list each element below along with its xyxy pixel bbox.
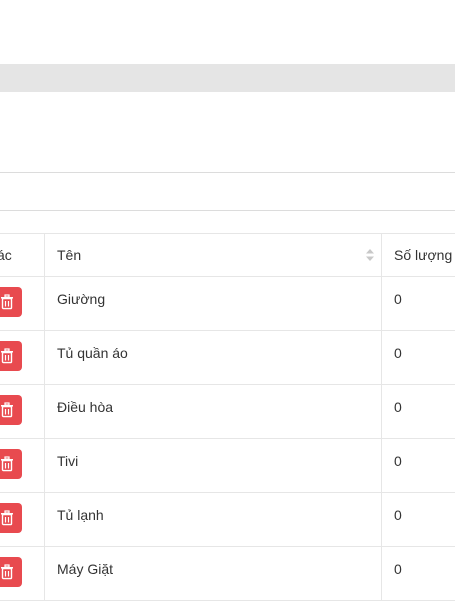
actions-cell: [0, 385, 44, 438]
quantity-cell: 0: [381, 439, 455, 492]
divider-line: [0, 210, 455, 211]
delete-button[interactable]: [0, 395, 22, 425]
name-column-header[interactable]: Tên: [44, 234, 381, 276]
table-row: Tủ lạnh 0: [0, 493, 455, 547]
trash-icon: [1, 402, 13, 418]
actions-cell: [0, 439, 44, 492]
actions-column-header: ác: [0, 234, 44, 276]
quantity-cell: 0: [381, 547, 455, 600]
actions-cell: [0, 277, 44, 330]
delete-button[interactable]: [0, 341, 22, 371]
name-header-label: Tên: [57, 247, 82, 263]
quantity-cell: 0: [381, 331, 455, 384]
quantity-header-label: Số lượng: [394, 247, 453, 263]
table-row: Tivi 0: [0, 439, 455, 493]
name-cell: Tủ lạnh: [44, 493, 381, 546]
table-header-row: ác Tên Số lượng: [0, 234, 455, 277]
table-row: Giường 0: [0, 277, 455, 331]
name-cell: Giường: [44, 277, 381, 330]
quantity-cell: 0: [381, 385, 455, 438]
table-row: Điều hòa 0: [0, 385, 455, 439]
trash-icon: [1, 348, 13, 364]
quantity-column-header[interactable]: Số lượng: [381, 234, 455, 276]
actions-cell: [0, 547, 44, 600]
delete-button[interactable]: [0, 557, 22, 587]
divider-line: [0, 172, 455, 173]
trash-icon: [1, 564, 13, 580]
name-cell: Máy Giặt: [44, 547, 381, 600]
table-row: Tủ quần áo 0: [0, 331, 455, 385]
quantity-cell: 0: [381, 277, 455, 330]
sort-icon[interactable]: [365, 248, 375, 262]
top-gray-band: [0, 64, 455, 92]
name-cell: Điều hòa: [44, 385, 381, 438]
name-cell: Tivi: [44, 439, 381, 492]
trash-icon: [1, 294, 13, 310]
name-cell: Tủ quần áo: [44, 331, 381, 384]
delete-button[interactable]: [0, 449, 22, 479]
table-row: Máy Giặt 0: [0, 547, 455, 601]
delete-button[interactable]: [0, 503, 22, 533]
trash-icon: [1, 510, 13, 526]
actions-header-label: ác: [0, 247, 12, 263]
actions-cell: [0, 331, 44, 384]
quantity-cell: 0: [381, 493, 455, 546]
items-table: ác Tên Số lượng Giường 0 Tủ quần áo 0 Đi…: [0, 233, 455, 601]
delete-button[interactable]: [0, 287, 22, 317]
actions-cell: [0, 493, 44, 546]
trash-icon: [1, 456, 13, 472]
